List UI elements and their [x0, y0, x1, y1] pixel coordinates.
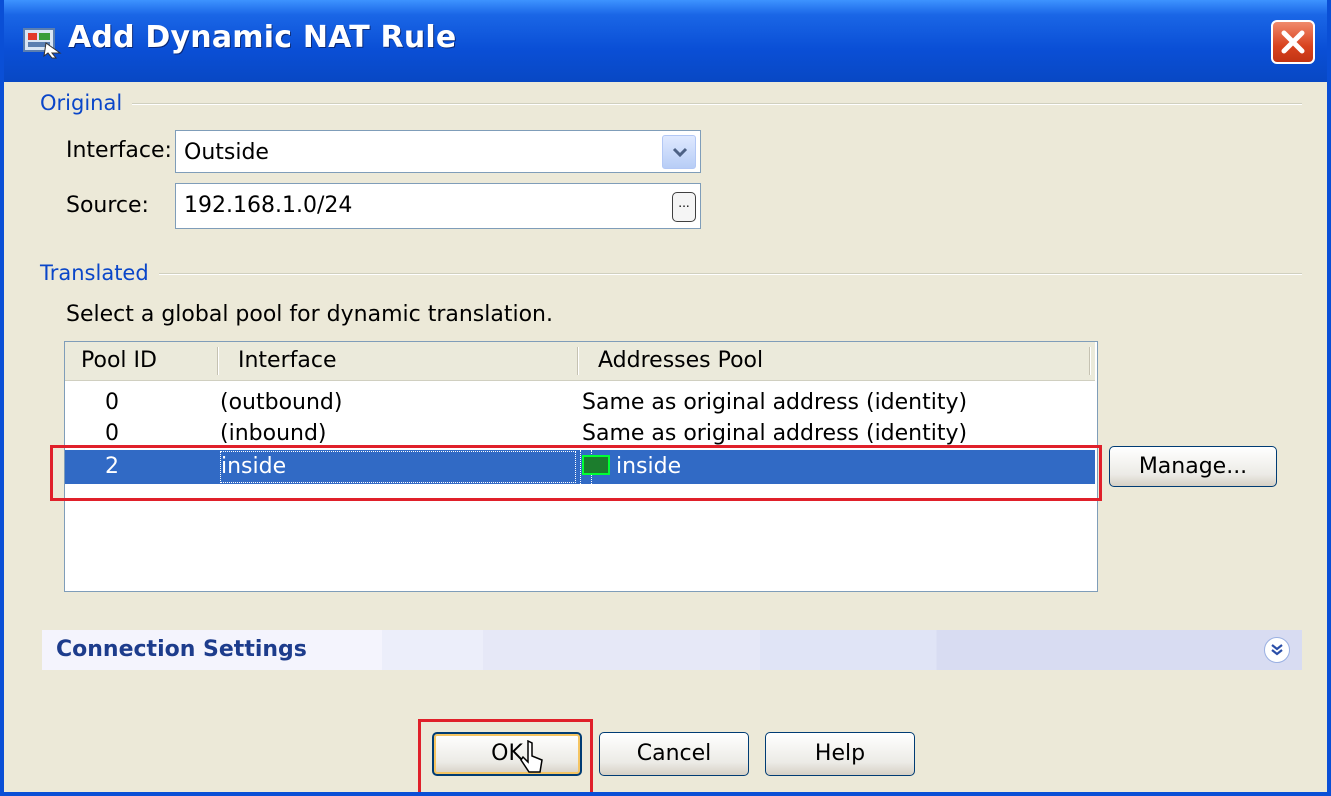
translated-group-divider	[40, 273, 1302, 275]
connection-settings-title: Connection Settings	[56, 637, 307, 662]
column-header-addresses-pool[interactable]: Addresses Pool	[598, 342, 763, 380]
cell-pool-id: 0	[105, 390, 119, 415]
original-group-divider	[40, 103, 1302, 105]
window-title: Add Dynamic NAT Rule	[68, 20, 457, 55]
source-field[interactable]: 192.168.1.0/24 ...	[175, 183, 701, 229]
original-group-title: Original	[40, 91, 133, 115]
mouse-cursor-icon	[520, 739, 546, 784]
ok-button[interactable]: OK	[432, 732, 582, 776]
browse-source-button[interactable]: ...	[672, 192, 696, 222]
expand-button[interactable]	[1264, 637, 1290, 663]
column-divider	[577, 347, 579, 375]
column-header-pool-id[interactable]: Pool ID	[81, 342, 157, 380]
pool-description: Select a global pool for dynamic transla…	[66, 302, 553, 327]
chevron-down-icon	[672, 147, 688, 158]
table-row[interactable]: 0 (outbound) Same as original address (i…	[65, 386, 1095, 420]
source-field-value: 192.168.1.0/24	[184, 193, 353, 218]
translated-group-title: Translated	[40, 261, 159, 285]
cell-interface: (outbound)	[220, 390, 343, 415]
cell-addresses-pool: Same as original address (identity)	[582, 390, 968, 415]
source-label: Source:	[66, 193, 149, 218]
double-chevron-down-icon	[1271, 644, 1283, 656]
help-button[interactable]: Help	[765, 732, 915, 776]
close-icon	[1281, 30, 1305, 54]
column-divider	[1089, 347, 1091, 375]
interface-dropdown[interactable]: Outside	[175, 130, 701, 173]
connection-settings-bar[interactable]: Connection Settings	[42, 630, 1302, 670]
column-header-interface[interactable]: Interface	[238, 342, 337, 380]
selected-row-highlight	[50, 445, 1102, 501]
dropdown-arrow-button[interactable]	[662, 135, 696, 169]
table-header: Pool ID Interface Addresses Pool	[65, 342, 1095, 381]
manage-button[interactable]: Manage...	[1109, 446, 1277, 487]
close-button[interactable]	[1271, 20, 1315, 64]
interface-dropdown-value: Outside	[184, 140, 269, 165]
asdm-app-icon	[22, 23, 62, 59]
interface-label: Interface:	[66, 138, 172, 163]
title-bar: Add Dynamic NAT Rule	[4, 0, 1327, 82]
column-divider	[217, 347, 219, 375]
cancel-button[interactable]: Cancel	[599, 732, 749, 776]
add-dynamic-nat-rule-dialog: Add Dynamic NAT Rule Original Interface:…	[0, 0, 1331, 796]
